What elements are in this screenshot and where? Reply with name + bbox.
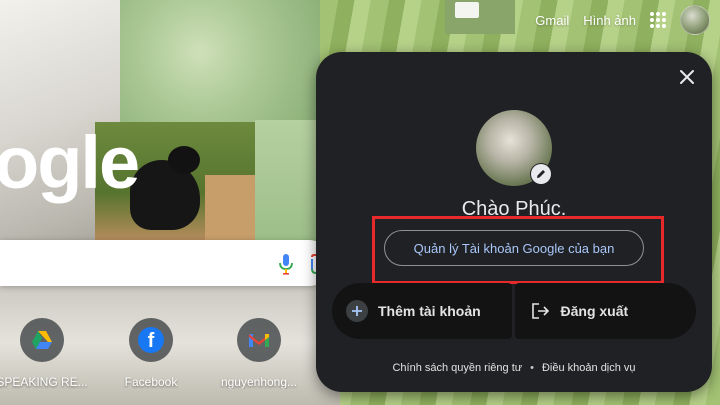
- sign-out-label: Đăng xuất: [560, 303, 629, 319]
- plus-icon: [346, 300, 368, 322]
- facebook-icon: f: [138, 327, 164, 353]
- manage-account-button[interactable]: Quản lý Tài khoản Google của bạn: [384, 230, 644, 266]
- clothing-tag: [455, 2, 479, 18]
- shortcut-speaking[interactable]: SPEAKING RE...: [0, 318, 97, 389]
- sign-out-button[interactable]: Đăng xuất: [514, 283, 696, 339]
- shortcut-label: Facebook: [124, 375, 178, 389]
- terms-of-service-link[interactable]: Điều khoản dịch vụ: [542, 362, 636, 374]
- images-link[interactable]: Hình ảnh: [583, 13, 636, 28]
- account-avatar-button[interactable]: [680, 5, 710, 35]
- pencil-icon: [537, 170, 545, 178]
- gmail-link[interactable]: Gmail: [535, 13, 569, 28]
- shortcut-tile: [237, 318, 281, 362]
- shortcut-facebook[interactable]: f Facebook: [96, 318, 206, 389]
- background-box: [205, 175, 255, 240]
- shortcut-label: SPEAKING RE...: [0, 375, 88, 389]
- sign-out-icon: [531, 303, 549, 319]
- footer-separator: •: [530, 362, 534, 374]
- search-bar[interactable]: [0, 240, 332, 286]
- shortcut-tile: [20, 318, 64, 362]
- gmail-icon: [249, 334, 269, 347]
- add-account-button[interactable]: Thêm tài khoản: [332, 283, 512, 339]
- google-logo-fragment: ogle: [0, 121, 140, 204]
- shortcut-label: nguyenhong...: [220, 375, 298, 389]
- account-actions: Thêm tài khoản Đăng xuất: [332, 283, 696, 339]
- close-icon[interactable]: [676, 66, 698, 88]
- google-drive-icon: [32, 331, 52, 349]
- background-green-texture: [120, 0, 320, 130]
- top-header: Gmail Hình ảnh: [535, 5, 710, 35]
- popup-footer: Chính sách quyền riêng tư • Điều khoản d…: [316, 362, 712, 374]
- add-account-label: Thêm tài khoản: [378, 303, 481, 319]
- cat-head: [168, 146, 200, 174]
- account-popup: Chào Phúc. Quản lý Tài khoản Google của …: [316, 52, 712, 392]
- edit-profile-picture-button[interactable]: [530, 163, 552, 185]
- microphone-icon[interactable]: [278, 252, 294, 276]
- shortcut-tile: f: [129, 318, 173, 362]
- google-apps-icon[interactable]: [650, 12, 666, 28]
- shortcut-gmail[interactable]: nguyenhong...: [204, 318, 314, 389]
- privacy-policy-link[interactable]: Chính sách quyền riêng tư: [392, 362, 522, 374]
